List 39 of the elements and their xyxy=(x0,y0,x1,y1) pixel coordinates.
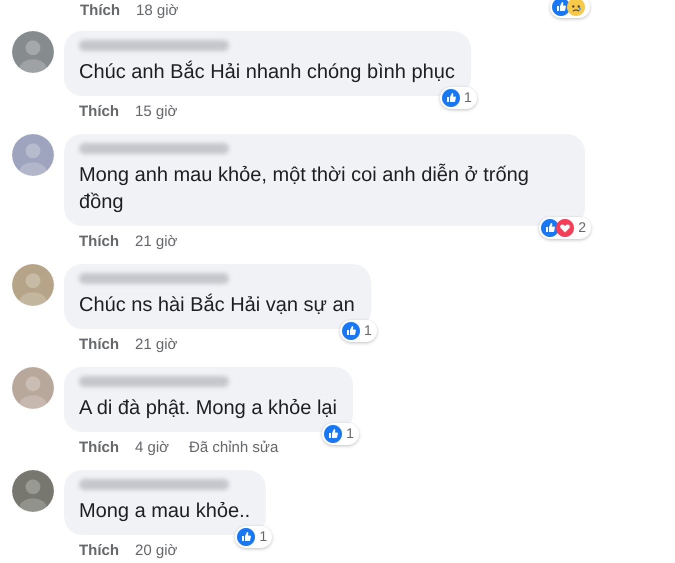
timestamp[interactable]: 20 giờ xyxy=(135,540,178,563)
comment-text: Mong anh mau khỏe, một thời coi anh diễn ở trống đồng xyxy=(79,162,530,214)
reaction-count: 1 xyxy=(364,321,372,340)
timestamp[interactable]: 21 giờ xyxy=(135,334,178,357)
reaction-badge[interactable]: 1 xyxy=(322,422,359,444)
reaction-badge[interactable]: 1 xyxy=(440,86,477,108)
reaction-badge[interactable]: 1 xyxy=(235,526,272,548)
like-link[interactable]: Thích xyxy=(79,101,119,124)
comment-text: Chúc ns hài Bắc Hải vạn sự an xyxy=(79,292,355,318)
reaction-count: 1 xyxy=(259,527,268,546)
thumbs-up-icon xyxy=(342,322,360,340)
avatar[interactable] xyxy=(12,264,54,306)
reaction-count: 1 xyxy=(464,88,472,107)
like-link[interactable]: Thích xyxy=(79,437,119,460)
reaction-badge[interactable]: 2 xyxy=(539,216,591,238)
timestamp[interactable]: 21 giờ xyxy=(135,231,178,254)
reaction-count: 2 xyxy=(578,218,586,237)
avatar[interactable] xyxy=(12,470,54,512)
timestamp[interactable]: 18 giờ xyxy=(136,0,178,22)
like-link[interactable]: Thích xyxy=(79,334,119,357)
thumbs-up-icon xyxy=(324,424,342,442)
like-link[interactable]: Thích xyxy=(79,540,119,563)
sad-face-icon xyxy=(567,0,585,16)
avatar[interactable] xyxy=(12,30,54,72)
like-link[interactable]: Thích xyxy=(80,0,120,22)
edited-label[interactable]: Đã chỉnh sửa xyxy=(189,437,278,460)
avatar[interactable] xyxy=(12,134,54,176)
timestamp[interactable]: 15 giờ xyxy=(135,101,178,124)
thumbs-up-icon xyxy=(442,88,460,106)
reaction-count: 1 xyxy=(346,424,354,443)
avatar[interactable] xyxy=(12,366,54,408)
thumbs-up-icon xyxy=(237,528,256,546)
reaction-badge[interactable] xyxy=(550,0,590,18)
comment-text: A di đà phật. Mong a khỏe lại xyxy=(79,396,337,420)
like-link[interactable]: Thích xyxy=(79,231,119,254)
comment-text: Mong a mau khỏe.. xyxy=(79,498,250,524)
timestamp[interactable]: 4 giờ xyxy=(135,437,170,460)
comment-text: Chúc anh Bắc Hải nhanh chóng bình phục xyxy=(79,60,455,84)
reaction-badge[interactable]: 1 xyxy=(340,320,377,342)
